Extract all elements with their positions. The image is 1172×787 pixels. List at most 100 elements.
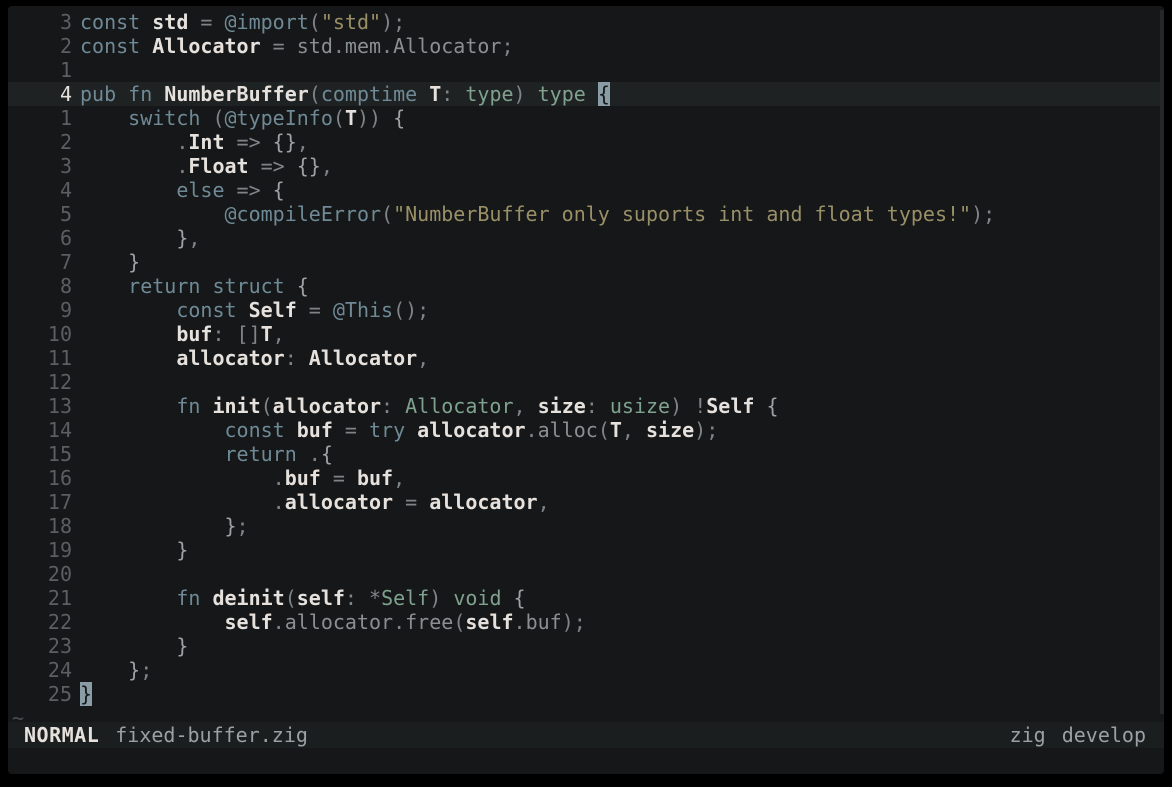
token-punct: .	[80, 490, 285, 514]
token-punct: .	[80, 130, 188, 154]
token-brace: {	[514, 586, 526, 610]
code-line[interactable]: 4 else => {	[8, 178, 1164, 202]
token-punct	[80, 106, 128, 130]
token-builtin: @compileError	[225, 202, 382, 226]
token-punct: : []	[212, 322, 260, 346]
token-punct: (	[598, 418, 610, 442]
token-ident: allocator	[429, 490, 537, 514]
token-punct	[80, 610, 225, 634]
filename: fixed-buffer.zig	[109, 723, 308, 747]
token-ident: T	[429, 82, 441, 106]
token-brace: }	[128, 658, 140, 682]
code-content: @compileError("NumberBuffer only suports…	[80, 202, 995, 226]
code-line[interactable]: 9 const Self = @This();	[8, 298, 1164, 322]
token-punct: .	[80, 466, 285, 490]
token-builtin: @import	[225, 10, 309, 34]
code-line[interactable]: 13 fn init(allocator: Allocator, size: u…	[8, 394, 1164, 418]
token-ident: T	[610, 418, 622, 442]
token-punct: .	[80, 154, 188, 178]
code-line[interactable]: 18 };	[8, 514, 1164, 538]
token-brace: }	[225, 514, 237, 538]
scrollbar[interactable]	[1160, 10, 1164, 714]
token-ident: Self	[706, 394, 754, 418]
token-punct: ,	[538, 490, 550, 514]
token-punct	[80, 322, 176, 346]
code-line[interactable]: 22 self.allocator.free(self.buf);	[8, 610, 1164, 634]
token-ident: self	[465, 610, 513, 634]
code-line[interactable]: 25}	[8, 682, 1164, 706]
token-punct: );	[971, 202, 995, 226]
token-punct: ;	[140, 658, 152, 682]
token-punct: ,	[622, 418, 646, 442]
token-ty: type	[465, 82, 513, 106]
token-ident: Float	[188, 154, 248, 178]
line-number: 5	[8, 202, 80, 226]
code-line[interactable]: 21 fn deinit(self: *Self) void {	[8, 586, 1164, 610]
token-punct: (	[333, 106, 345, 130]
code-line[interactable]: 24 };	[8, 658, 1164, 682]
token-ident: size	[538, 394, 586, 418]
code-line[interactable]: 8 return struct {	[8, 274, 1164, 298]
code-content: };	[80, 514, 249, 538]
token-punct	[80, 514, 225, 538]
token-punct	[80, 178, 176, 202]
token-punct: ,	[188, 226, 200, 250]
code-line[interactable]: 15 return .{	[8, 442, 1164, 466]
token-brace: {	[393, 106, 405, 130]
token-punct: .	[273, 610, 285, 634]
token-punct: .	[381, 34, 393, 58]
code-line[interactable]: 14 const buf = try allocator.alloc(T, si…	[8, 418, 1164, 442]
token-builtin: @This	[333, 298, 393, 322]
code-line[interactable]: 12	[8, 370, 1164, 394]
terminal-window: 3const std = @import("std");2const Alloc…	[8, 6, 1164, 774]
token-str: "std"	[321, 10, 381, 34]
token-dim: buf	[526, 610, 562, 634]
code-line[interactable]: 16 .buf = buf,	[8, 466, 1164, 490]
line-number: 13	[8, 394, 80, 418]
line-number: 1	[8, 106, 80, 130]
token-ident: Self	[249, 298, 297, 322]
token-punct: =>	[249, 154, 297, 178]
line-number: 16	[8, 466, 80, 490]
token-punct: )	[670, 394, 694, 418]
code-line[interactable]: 20	[8, 562, 1164, 586]
code-line[interactable]: 11 allocator: Allocator,	[8, 346, 1164, 370]
token-punct: ))	[357, 106, 393, 130]
code-line[interactable]: 5 @compileError("NumberBuffer only supor…	[8, 202, 1164, 226]
token-brace: {	[297, 274, 309, 298]
code-line[interactable]: 10 buf: []T,	[8, 322, 1164, 346]
cursor: }	[80, 682, 92, 706]
code-line[interactable]: 1	[8, 58, 1164, 82]
token-punct: )	[514, 82, 538, 106]
code-line[interactable]: 2const Allocator = std.mem.Allocator;	[8, 34, 1164, 58]
line-number: 6	[8, 226, 80, 250]
token-punct	[80, 202, 225, 226]
code-line[interactable]: 6 },	[8, 226, 1164, 250]
token-kw: const	[225, 418, 297, 442]
line-number: 23	[8, 634, 80, 658]
line-number: 3	[8, 154, 80, 178]
token-punct	[502, 586, 514, 610]
code-line[interactable]: 7 }	[8, 250, 1164, 274]
code-line[interactable]: 3const std = @import("std");	[8, 10, 1164, 34]
line-number: 10	[8, 322, 80, 346]
code-line[interactable]: 4pub fn NumberBuffer(comptime T: type) t…	[8, 82, 1164, 106]
code-line[interactable]: 2 .Int => {},	[8, 130, 1164, 154]
code-line[interactable]: 3 .Float => {},	[8, 154, 1164, 178]
code-content: allocator: Allocator,	[80, 346, 429, 370]
code-editor[interactable]: 3const std = @import("std");2const Alloc…	[8, 6, 1164, 706]
code-content: .Float => {},	[80, 154, 333, 178]
token-brace: }	[176, 226, 188, 250]
token-punct	[80, 634, 176, 658]
line-number: 1	[8, 58, 80, 82]
code-line[interactable]: 19 }	[8, 538, 1164, 562]
code-content: fn deinit(self: *Self) void {	[80, 586, 526, 610]
token-kw: comptime	[321, 82, 429, 106]
code-line[interactable]: 1 switch (@typeInfo(T)) {	[8, 106, 1164, 130]
token-fnname: NumberBuffer	[164, 82, 309, 106]
token-kw: switch	[128, 106, 200, 130]
code-line[interactable]: 23 }	[8, 634, 1164, 658]
code-line[interactable]: 17 .allocator = allocator,	[8, 490, 1164, 514]
token-kw: pub fn	[80, 82, 164, 106]
token-punct: =	[321, 466, 357, 490]
